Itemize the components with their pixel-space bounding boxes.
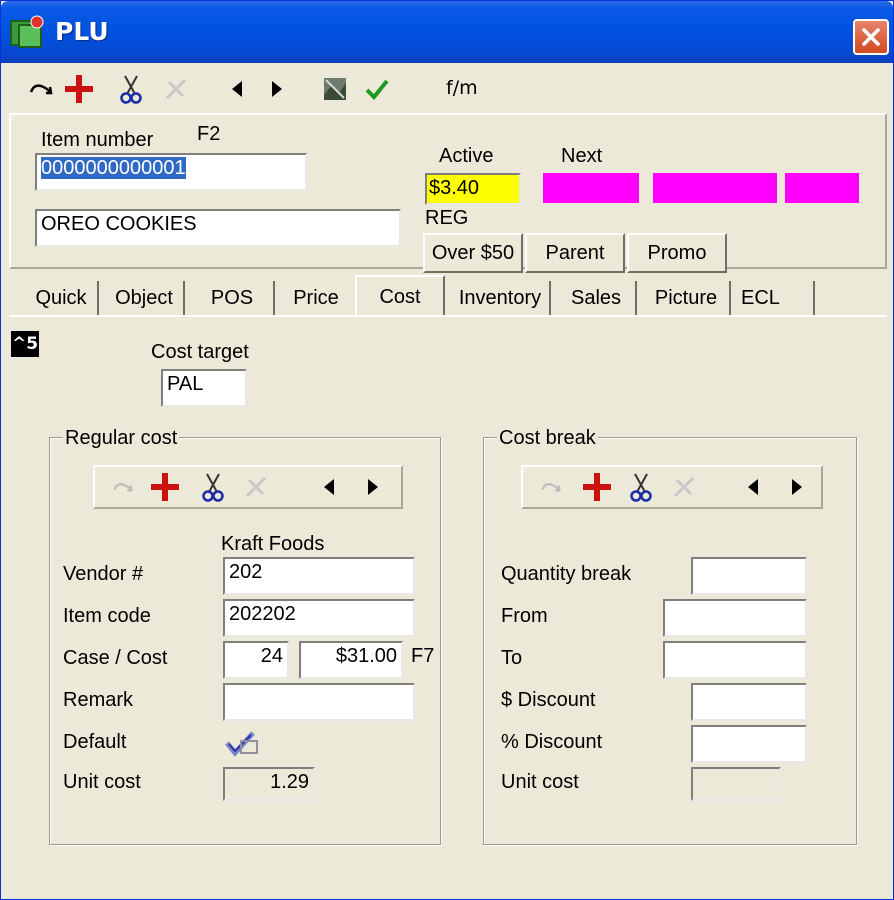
cost-break-title: Cost break — [497, 427, 598, 450]
tab-sales[interactable]: Sales — [557, 281, 637, 315]
active-price-value: $3.40 — [429, 177, 480, 199]
previous-icon[interactable] — [741, 471, 765, 503]
tab-picture[interactable]: Picture — [643, 281, 731, 315]
item-code-input[interactable]: 202202 — [223, 599, 415, 637]
cut-icon[interactable] — [117, 73, 145, 105]
quantity-break-input[interactable] — [691, 557, 807, 595]
close-button[interactable] — [853, 19, 889, 55]
add-icon[interactable] — [149, 471, 181, 503]
toolbar-text: f/m — [446, 77, 478, 99]
item-number-input[interactable]: 0000000000001 — [35, 153, 307, 191]
app-icon — [10, 15, 44, 48]
remark-input[interactable] — [223, 683, 415, 721]
tab-pos[interactable]: POS — [191, 281, 275, 315]
cost-value: $31.00 — [335, 645, 397, 667]
delete-icon[interactable] — [241, 471, 271, 503]
item-number-value: 0000000000001 — [41, 157, 186, 179]
default-checkbox[interactable] — [223, 727, 263, 757]
add-icon[interactable] — [581, 471, 613, 503]
vendor-label: Vendor # — [63, 563, 144, 585]
dollar-discount-input[interactable] — [691, 683, 807, 721]
image-icon[interactable] — [319, 73, 351, 105]
case-cost-label: Case / Cost — [63, 647, 168, 669]
title-bar[interactable]: PLU — [1, 1, 893, 63]
close-icon — [862, 28, 880, 46]
cost-break-unit-cost-label: Unit cost — [501, 771, 579, 793]
previous-icon[interactable] — [225, 73, 249, 105]
default-label: Default — [63, 731, 127, 753]
from-input[interactable] — [663, 599, 807, 637]
tab-price[interactable]: Price — [281, 281, 351, 315]
cost-target-value: PAL — [167, 373, 204, 395]
tab-cost[interactable]: Cost — [355, 275, 445, 317]
cost-target-label: Cost target — [151, 341, 249, 363]
unit-cost-label: Unit cost — [63, 771, 141, 793]
parent-button[interactable]: Parent — [525, 233, 625, 273]
price-type-label: REG — [425, 207, 469, 229]
vendor-value: 202 — [229, 561, 263, 583]
next-swatch-3 — [785, 173, 859, 203]
delete-icon[interactable] — [161, 73, 191, 105]
item-header-panel: Item number F2 0000000000001 OREO COOKIE… — [9, 113, 887, 273]
cost-break-toolbar — [521, 465, 823, 509]
remark-label: Remark — [63, 689, 134, 711]
cut-icon[interactable] — [199, 471, 227, 503]
next-icon[interactable] — [265, 73, 289, 105]
tab-quick[interactable]: Quick — [25, 281, 99, 315]
cost-input[interactable]: $31.00 — [299, 641, 403, 679]
item-code-value: 202202 — [229, 603, 296, 625]
undo-icon[interactable] — [27, 73, 55, 105]
description-input[interactable]: OREO COOKIES — [35, 209, 401, 247]
item-code-label: Item code — [63, 605, 151, 627]
add-icon[interactable] — [63, 73, 95, 105]
next-label: Next — [561, 145, 603, 167]
from-label: From — [501, 605, 548, 627]
cut-icon[interactable] — [627, 471, 655, 503]
active-label: Active — [439, 145, 494, 167]
plu-window: PLU f/m Item number F2 0000000000001 ORE… — [0, 0, 894, 900]
to-label: To — [501, 647, 523, 669]
shortcut-badge: ^5 — [11, 331, 39, 357]
percent-discount-label: % Discount — [501, 731, 603, 753]
item-number-shortcut: F2 — [197, 123, 221, 145]
unit-cost-value: 1.29 — [270, 771, 309, 793]
checkmark-icon — [225, 731, 258, 757]
window-title: PLU — [55, 17, 109, 46]
active-price-field: $3.40 — [425, 173, 521, 205]
undo-icon[interactable] — [537, 471, 565, 503]
promo-button[interactable]: Promo — [627, 233, 727, 273]
confirm-icon[interactable] — [363, 73, 391, 105]
cost-break-unit-cost-field — [691, 767, 781, 801]
vendor-input[interactable]: 202 — [223, 557, 415, 595]
item-number-label: Item number — [41, 129, 154, 151]
quantity-break-label: Quantity break — [501, 563, 632, 585]
cost-target-input[interactable]: PAL — [161, 369, 247, 407]
tab-object[interactable]: Object — [105, 281, 185, 315]
over-50-button[interactable]: Over $50 — [423, 233, 523, 273]
tab-ecl[interactable]: ECL — [735, 281, 815, 315]
regular-cost-title: Regular cost — [63, 427, 180, 450]
tab-inventory[interactable]: Inventory — [451, 281, 551, 315]
case-value: 24 — [260, 645, 283, 667]
percent-discount-input[interactable] — [691, 725, 807, 763]
case-input[interactable]: 24 — [223, 641, 289, 679]
delete-icon[interactable] — [669, 471, 699, 503]
dollar-discount-label: $ Discount — [501, 689, 596, 711]
unit-cost-field: 1.29 — [223, 767, 315, 801]
undo-icon[interactable] — [109, 471, 137, 503]
vendor-name: Kraft Foods — [221, 533, 325, 555]
next-icon[interactable] — [785, 471, 809, 503]
next-swatch-1 — [543, 173, 639, 203]
regular-cost-toolbar — [93, 465, 403, 509]
cost-shortcut: F7 — [411, 645, 435, 667]
next-icon[interactable] — [361, 471, 385, 503]
description-value: OREO COOKIES — [41, 213, 197, 235]
previous-icon[interactable] — [317, 471, 341, 503]
to-input[interactable] — [663, 641, 807, 679]
main-toolbar: f/m — [9, 67, 887, 111]
next-swatch-2 — [653, 173, 777, 203]
